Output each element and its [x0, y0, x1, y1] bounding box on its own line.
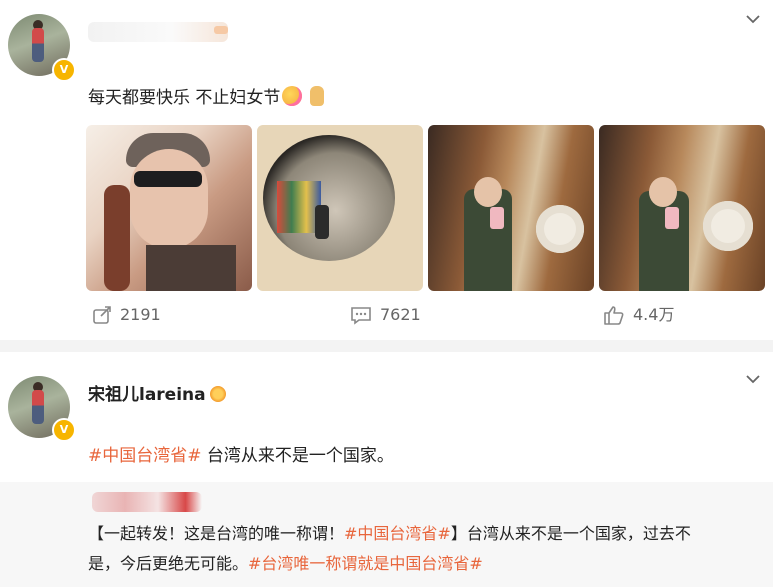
photo-thumbnail[interactable] — [599, 125, 765, 291]
verified-v-icon: V — [52, 58, 76, 82]
chevron-down-icon[interactable] — [744, 10, 762, 28]
photo-thumbnail[interactable] — [428, 125, 594, 291]
photo-thumbnail[interactable] — [86, 125, 252, 291]
repost-icon — [93, 306, 111, 324]
like-button[interactable]: 4.4万 — [603, 300, 674, 330]
like-icon — [604, 306, 624, 325]
author-badge-icon — [214, 26, 228, 34]
author-name[interactable]: 宋祖儿lareina — [88, 380, 226, 405]
repost-count: 2191 — [120, 305, 161, 324]
comment-icon — [351, 307, 371, 325]
topic-tag[interactable]: #中国台湾省# — [88, 446, 202, 466]
feed-post: V 每天都要快乐 不止妇女节 2191 7621 4.4万 — [0, 0, 773, 340]
author-name-blurred[interactable] — [88, 22, 228, 42]
post-actions: 2191 7621 4.4万 — [0, 300, 773, 330]
topic-tag[interactable]: #台湾唯一称谓就是中国台湾省# — [248, 554, 483, 573]
original-author-blurred[interactable] — [92, 492, 202, 512]
repost-button[interactable]: 2191 — [92, 300, 161, 330]
like-count: 4.4万 — [633, 305, 675, 324]
post-text: #中国台湾省# 台湾从来不是一个国家。 — [88, 444, 394, 468]
post-separator — [0, 340, 773, 352]
author-name-text: 宋祖儿lareina — [88, 385, 206, 405]
repost-text: 【一起转发！这是台湾的唯一称谓！ — [88, 524, 345, 543]
chevron-down-icon[interactable] — [744, 370, 762, 388]
verified-v-icon: V — [52, 418, 76, 442]
photo-thumbnail[interactable] — [257, 125, 423, 291]
topic-tag[interactable]: #中国台湾省# — [344, 524, 451, 543]
repost-text: 】台湾从来不是一个国家，过去不 — [450, 524, 691, 543]
repost-text-line: 【一起转发！这是台湾的唯一称谓！#中国台湾省#】台湾从来不是一个国家，过去不 — [88, 522, 691, 546]
post-text-content: 每天都要快乐 不止妇女节 — [88, 88, 281, 108]
comment-button[interactable]: 7621 — [350, 300, 421, 330]
party-face-emoji-icon — [282, 86, 303, 106]
comment-count: 7621 — [380, 305, 421, 324]
repost-text-line: 是，今后更绝无可能。#台湾唯一称谓就是中国台湾省# — [88, 552, 483, 576]
post-text-content: 台湾从来不是一个国家。 — [201, 446, 394, 466]
thumbs-up-emoji-icon — [310, 86, 325, 106]
image-grid — [86, 125, 766, 291]
post-text: 每天都要快乐 不止妇女节 — [88, 86, 325, 110]
repost-text: 是，今后更绝无可能。 — [88, 554, 249, 573]
vip-crown-icon — [209, 386, 226, 402]
reposted-content[interactable]: 【一起转发！这是台湾的唯一称谓！#中国台湾省#】台湾从来不是一个国家，过去不 是… — [0, 482, 773, 587]
